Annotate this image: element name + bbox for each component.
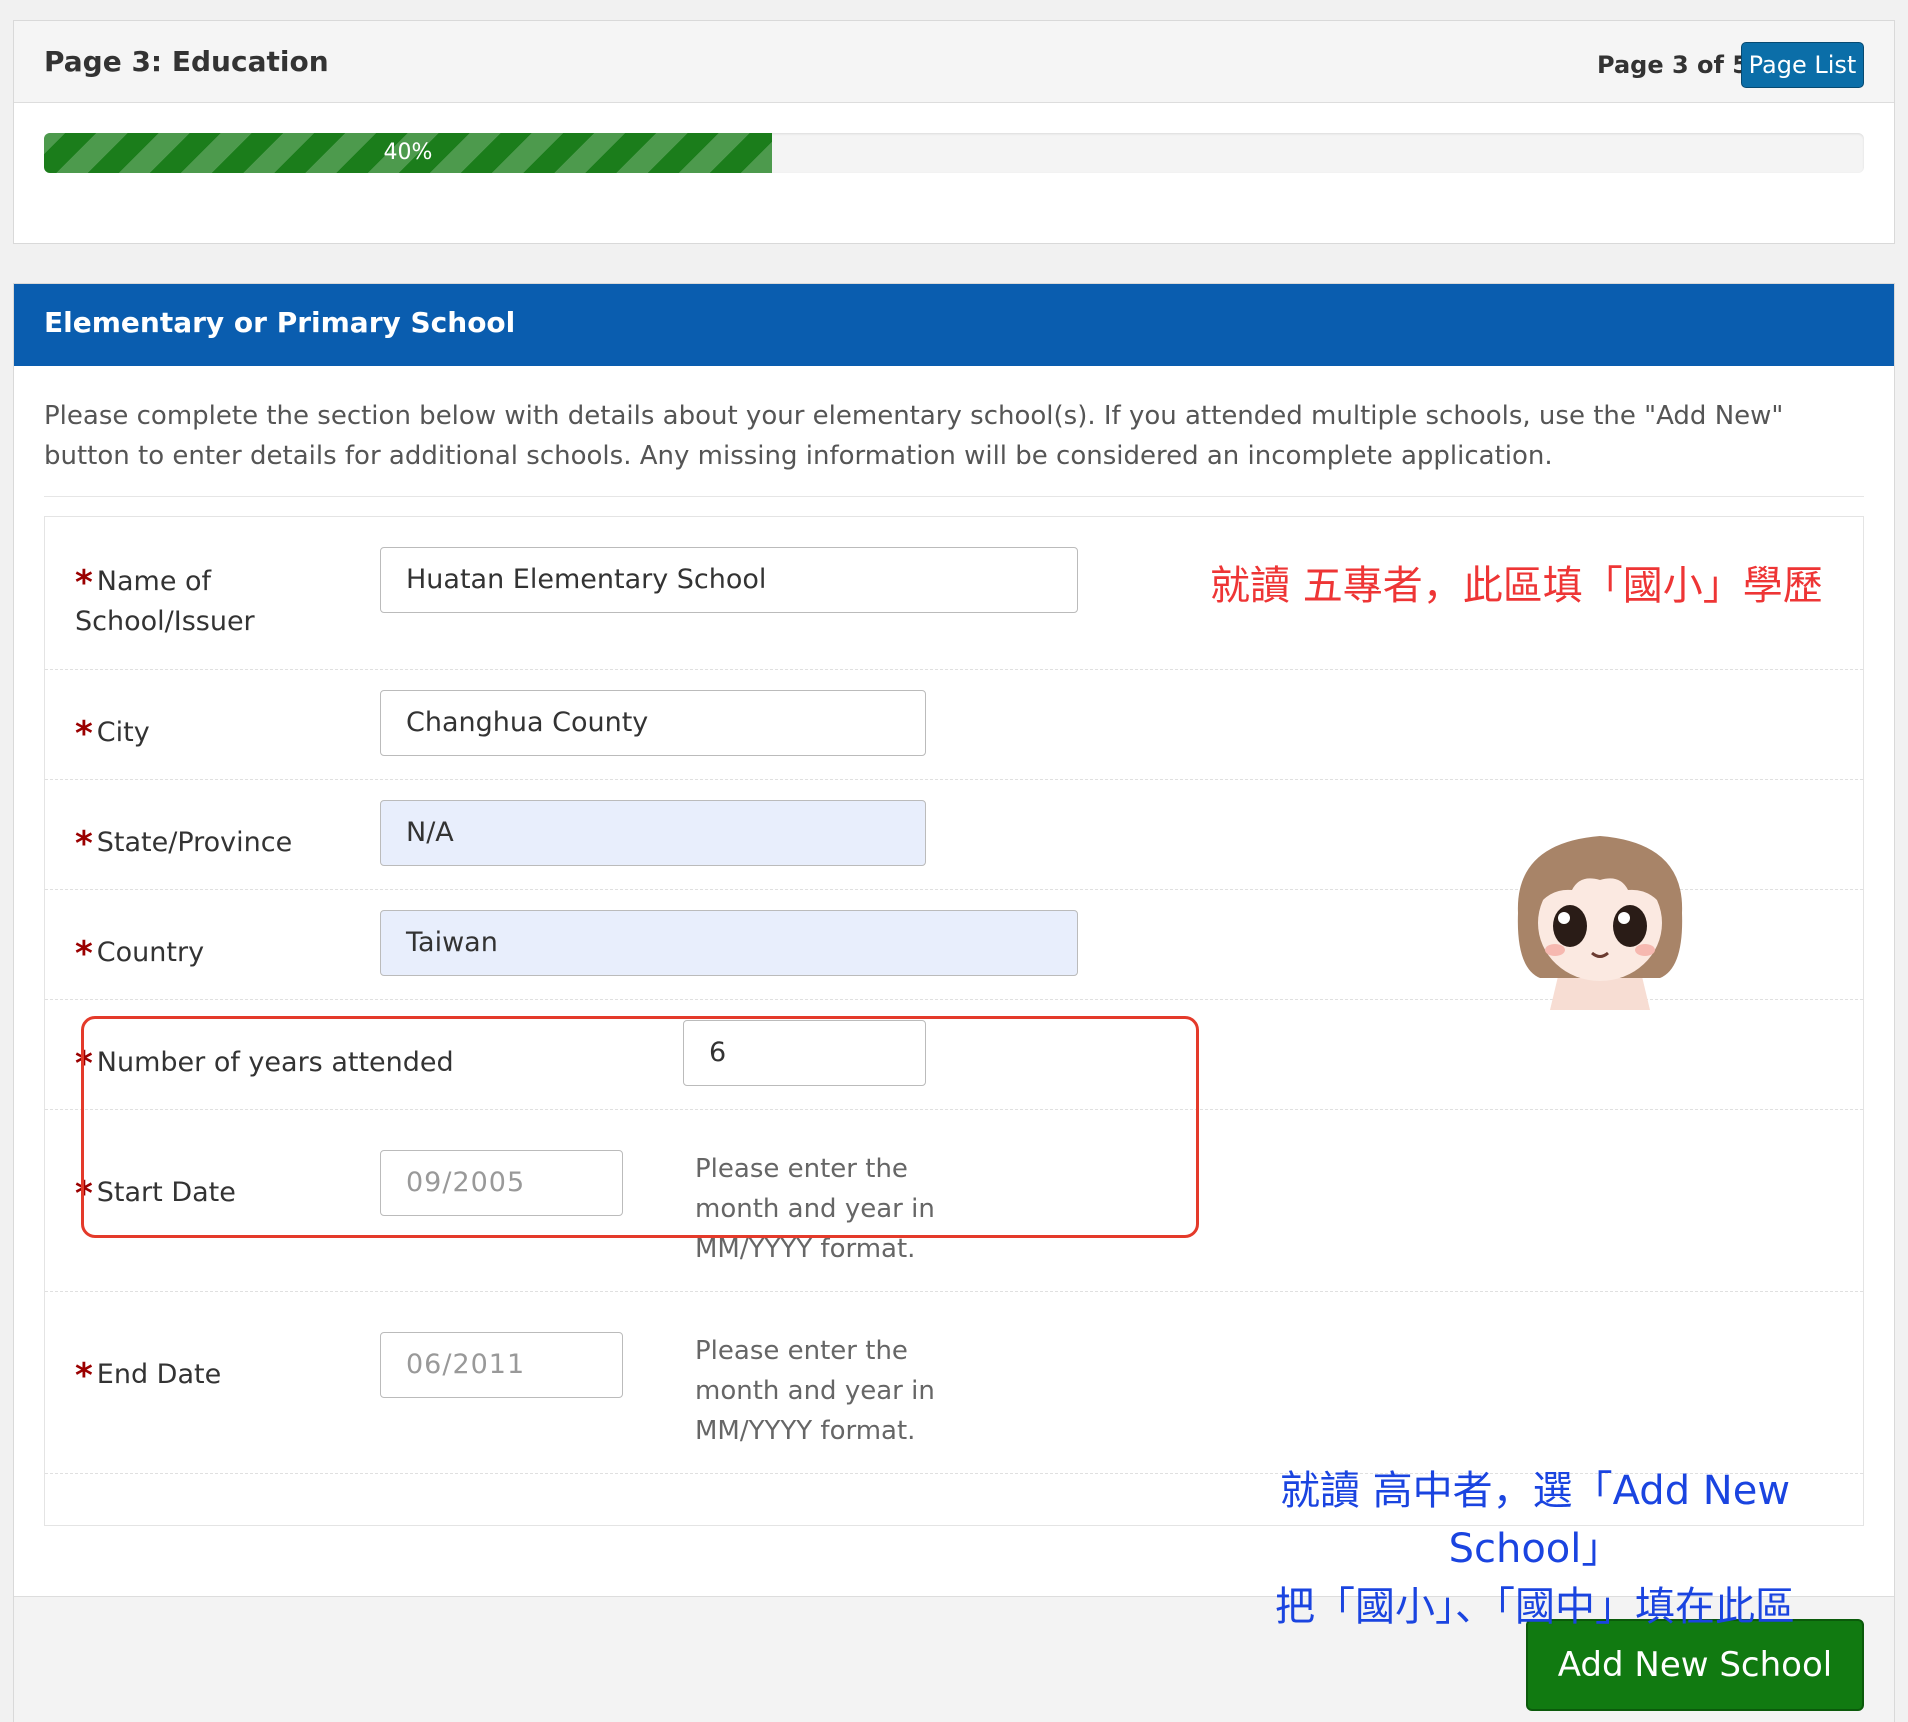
required-marker: * [75,934,93,974]
required-marker: * [75,824,93,864]
end-date-hint-line1: Please enter the [695,1336,908,1366]
school-name-label-line1: Name of [96,566,212,597]
row-divider [45,669,1863,670]
school-name-label: * Name of School/Issuer [75,559,255,642]
end-date-label-text: End Date [96,1359,222,1390]
page-title: Page 3: Education [44,45,329,78]
page-header-panel: Page 3: Education Page 3 of 5 Page List … [13,20,1895,244]
required-marker: * [75,563,93,603]
end-date-input[interactable]: 06/2011 [380,1332,623,1398]
required-marker: * [75,1356,93,1396]
required-marker: * [75,714,93,754]
divider [44,496,1864,497]
section-instructions: Please complete the section below with d… [44,401,1784,471]
end-date-hint-line3: MM/YYYY format. [695,1416,916,1446]
school-name-input[interactable]: Huatan Elementary School [380,547,1078,613]
annotation-note-blue-line2: 把「國小」、「國中」填在此區 [1275,1584,1795,1630]
row-divider [45,1291,1863,1292]
end-date-hint: Please enter the month and year in MM/YY… [695,1331,995,1451]
country-label: * Country [75,930,205,974]
city-label: * City [75,710,150,754]
highlight-annotation-box [81,1016,1199,1238]
end-date-label: * End Date [75,1352,222,1396]
page-counter: Page 3 of 5 [1597,51,1749,79]
progress-bar: 40% [44,133,1864,173]
page-header-bar: Page 3: Education Page 3 of 5 Page List [14,21,1894,103]
cartoon-girl-sticker-icon [1517,836,1683,1010]
section-title: Elementary or Primary School [44,306,516,339]
end-date-hint-line2: month and year in [695,1376,935,1406]
page-list-button[interactable]: Page List [1741,42,1864,88]
annotation-note-red: 就讀 五專者，此區填「國小」學歷 [1210,563,1823,609]
section-header: Elementary or Primary School [14,284,1894,366]
city-label-text: City [96,717,150,748]
start-date-hint-line3: MM/YYYY format. [695,1234,916,1264]
school-form: * Name of School/Issuer Huatan Elementary… [44,516,1864,1526]
state-label: * State/Province [75,820,293,864]
progress-bar-fill: 40% [44,133,772,173]
state-label-text: State/Province [96,827,293,858]
country-label-text: Country [96,937,205,968]
annotation-note-blue-line1: 就讀 高中者，選「Add New School」 [1279,1468,1791,1572]
school-name-label-line2: School/Issuer [75,606,255,637]
annotation-note-blue: 就讀 高中者，選「Add New School」 把「國小」、「國中」填在此區 [1200,1462,1870,1636]
country-input[interactable]: Taiwan [380,910,1078,976]
city-input[interactable]: Changhua County [380,690,926,756]
state-input[interactable]: N/A [380,800,926,866]
row-divider [45,779,1863,780]
